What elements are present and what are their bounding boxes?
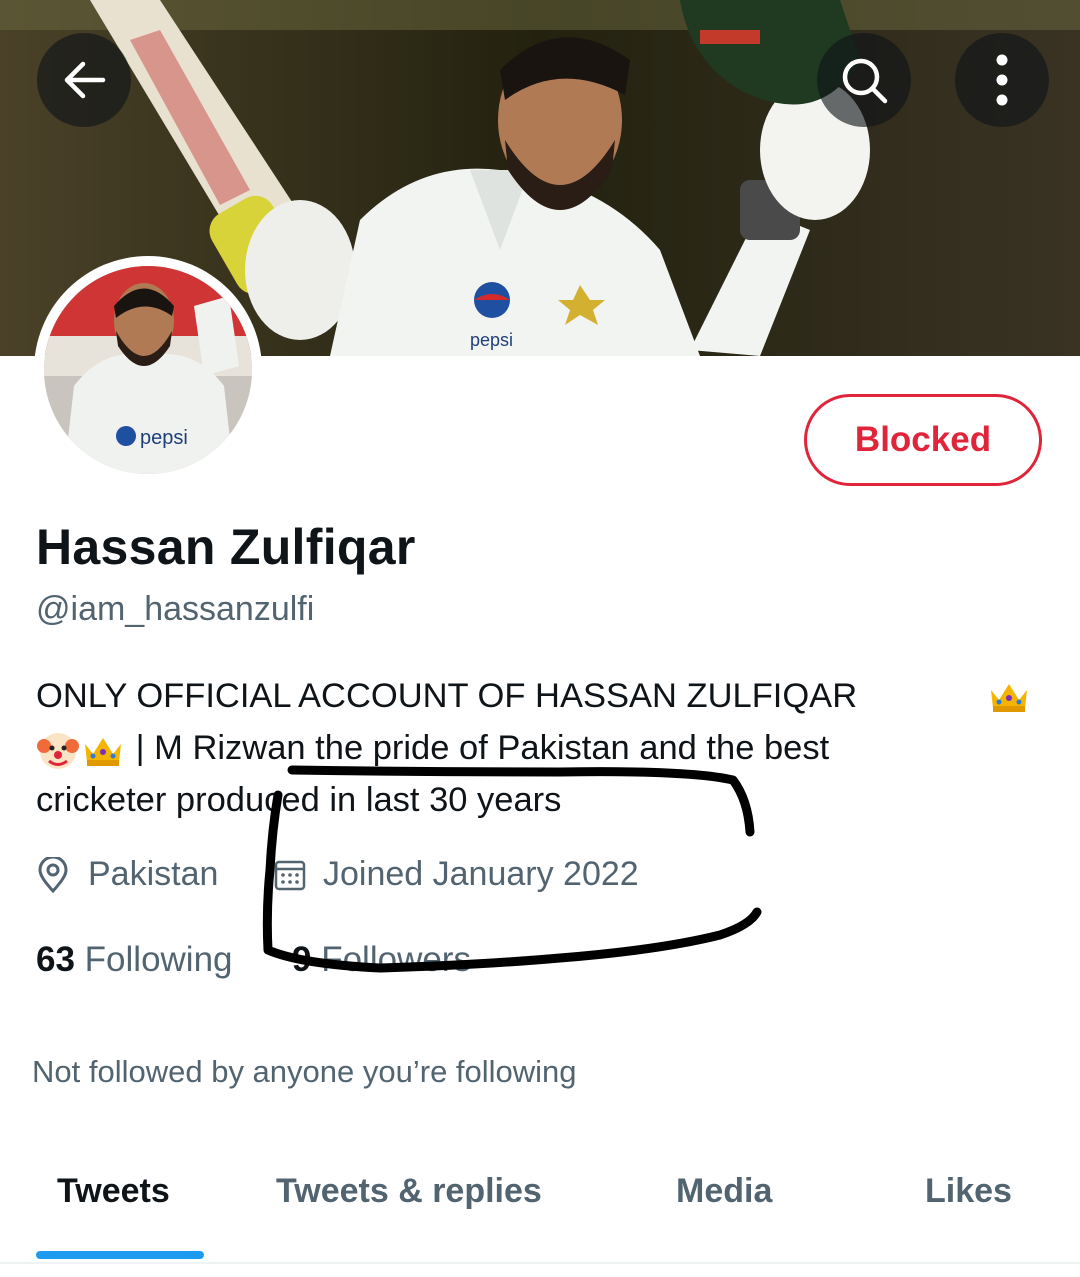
avatar[interactable]: pepsi <box>34 256 262 484</box>
user-handle: @iam_hassanzulfi <box>36 590 315 628</box>
bio-line-1: ONLY OFFICIAL ACCOUNT OF HASSAN ZULFIQAR <box>36 670 1036 722</box>
join-date-text: Joined January 2022 <box>323 855 639 893</box>
more-options-button[interactable] <box>955 33 1049 127</box>
more-vertical-icon <box>996 54 1008 106</box>
bio-text-1: ONLY OFFICIAL ACCOUNT OF HASSAN ZULFIQAR <box>36 677 858 715</box>
followers-count: 9 <box>292 940 312 979</box>
calendar-icon <box>274 860 306 890</box>
tab-tweets-replies[interactable]: Tweets & replies <box>276 1172 542 1211</box>
svg-text:pepsi: pepsi <box>140 427 188 449</box>
active-tab-indicator <box>36 1251 204 1259</box>
search-button[interactable] <box>817 33 911 127</box>
bio-text-2: | M Rizwan the pride of Pakistan and the… <box>135 729 830 767</box>
tabs-divider <box>0 1262 1080 1264</box>
join-date: Joined January 2022 <box>273 855 639 894</box>
crown-emoji-2 <box>85 737 121 766</box>
bio-line-2: | M Rizwan the pride of Pakistan and the… <box>36 722 1036 774</box>
following-link[interactable]: 63 Following <box>36 940 233 979</box>
location-text: Pakistan <box>88 855 219 893</box>
crown-emoji <box>991 684 1027 712</box>
profile-tabs: Tweets Tweets & replies Media Likes <box>0 1150 1080 1250</box>
svg-text:pepsi: pepsi <box>470 330 513 350</box>
back-button[interactable] <box>37 33 131 127</box>
blocked-button[interactable]: Blocked <box>804 394 1042 486</box>
location: Pakistan <box>36 855 218 894</box>
bio-line-3: cricketer produced in last 30 years <box>36 781 562 819</box>
location-pin-icon <box>38 856 68 893</box>
tab-media[interactable]: Media <box>676 1172 772 1211</box>
following-label: Following <box>84 940 233 979</box>
search-icon <box>842 58 888 104</box>
avatar-photo: pepsi <box>44 266 252 474</box>
followers-label: Followers <box>321 940 471 979</box>
follow-stats: 63 Following 9 Followers <box>36 940 471 980</box>
following-count: 63 <box>36 940 75 979</box>
bio: ONLY OFFICIAL ACCOUNT OF HASSAN ZULFIQAR… <box>36 670 1036 826</box>
followers-link[interactable]: 9 Followers <box>292 940 471 979</box>
tab-likes[interactable]: Likes <box>925 1172 1012 1211</box>
arrow-left-icon <box>64 61 106 99</box>
display-name: Hassan Zulfiqar <box>36 519 416 575</box>
clown-emoji <box>37 732 79 769</box>
not-followed-notice: Not followed by anyone you’re following <box>32 1054 577 1089</box>
tab-tweets[interactable]: Tweets <box>57 1172 170 1211</box>
